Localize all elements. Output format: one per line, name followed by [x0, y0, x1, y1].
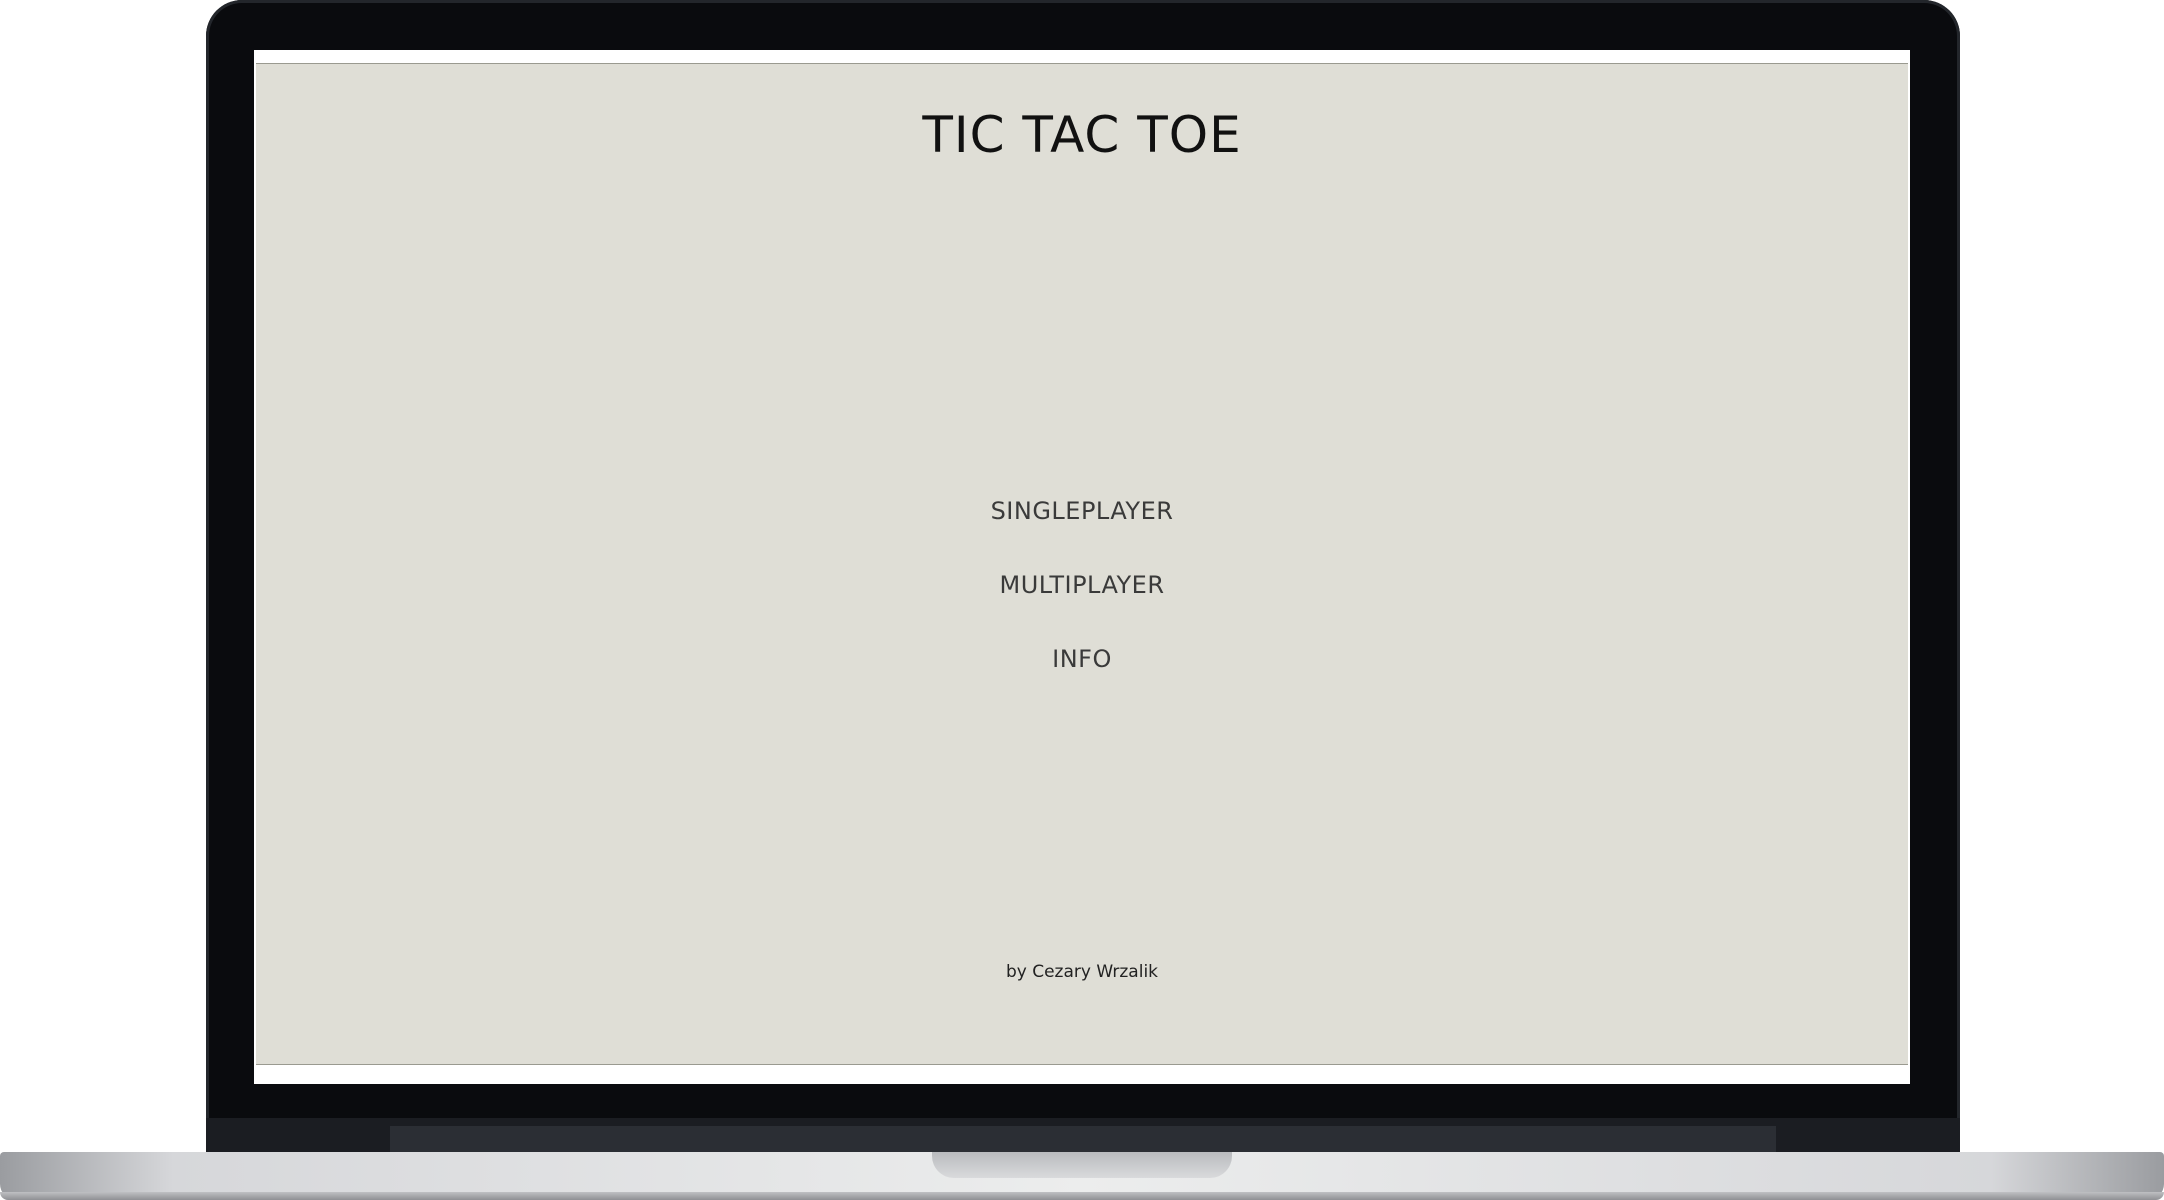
- author-credit: by Cezary Wrzalik: [1005, 962, 1159, 982]
- laptop-frame: TIC TAC TOE SINGLEPLAYER MULTIPLAYER INF…: [0, 0, 2164, 1200]
- main-menu: SINGLEPLAYER MULTIPLAYER INFO: [256, 474, 1908, 696]
- singleplayer-button[interactable]: SINGLEPLAYER: [991, 474, 1174, 548]
- multiplayer-button[interactable]: MULTIPLAYER: [999, 548, 1164, 622]
- game-screen: TIC TAC TOE SINGLEPLAYER MULTIPLAYER INF…: [256, 63, 1908, 1065]
- page-title: TIC TAC TOE: [922, 106, 1242, 164]
- info-button[interactable]: INFO: [1052, 622, 1112, 696]
- laptop-hinge: [390, 1126, 1776, 1154]
- laptop-notch: [932, 1152, 1232, 1178]
